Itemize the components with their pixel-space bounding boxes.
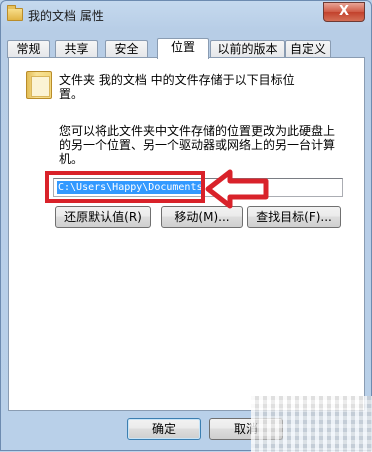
tab-sharing[interactable]: 共享: [55, 40, 98, 58]
watermark-overlay: [251, 396, 372, 452]
close-button[interactable]: X: [323, 2, 365, 22]
description-line-3: 机。: [59, 152, 84, 166]
intro-text-line-2: 置。: [59, 87, 84, 101]
folder-icon: [7, 5, 23, 21]
properties-window: 我的文档 属性 X 常规 共享 安全 位置 以前的版本 自定义 文件夹 我的文档…: [0, 0, 372, 452]
ok-button[interactable]: 确定: [127, 418, 201, 440]
location-panel: 文件夹 我的文档 中的文件存储于以下目标位 置。 您可以将此文件夹中文件存储的位…: [8, 57, 365, 411]
window-title: 我的文档 属性: [28, 9, 104, 23]
description-line-2: 的另一个位置、另一个驱动器或网络上的另一台计算: [59, 138, 336, 152]
description-line-1: 您可以将此文件夹中文件存储的位置更改为此硬盘上: [59, 124, 336, 138]
title-bar[interactable]: 我的文档 属性 X: [1, 1, 371, 31]
red-highlight-box: [45, 171, 205, 203]
intro-text-line-1: 文件夹 我的文档 中的文件存储于以下目标位: [59, 73, 295, 87]
red-arrow-icon: [205, 169, 269, 209]
tab-location[interactable]: 位置: [157, 38, 209, 59]
tab-general[interactable]: 常规: [7, 40, 50, 58]
folder-icon: [26, 71, 52, 99]
tab-security[interactable]: 安全: [105, 40, 148, 58]
tab-previous-versions[interactable]: 以前的版本: [210, 40, 285, 58]
tab-strip: 常规 共享 安全 位置 以前的版本 自定义: [7, 38, 367, 59]
restore-default-button[interactable]: 还原默认值(R): [55, 206, 151, 228]
tab-customize[interactable]: 自定义: [285, 40, 331, 58]
